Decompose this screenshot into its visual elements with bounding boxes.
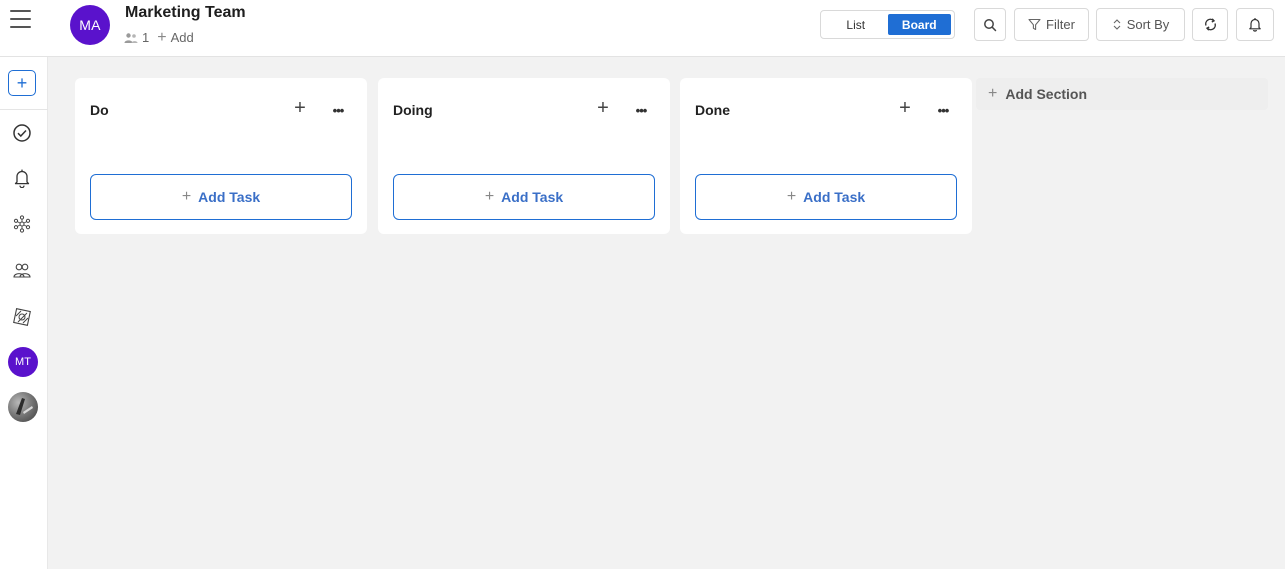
add-task-button[interactable]: + Add Task: [695, 174, 957, 220]
bell-icon[interactable]: [10, 166, 34, 190]
network-icon[interactable]: [10, 212, 34, 236]
add-task-button[interactable]: + Add Task: [393, 174, 655, 220]
view-option-list[interactable]: List: [824, 14, 888, 35]
notifications-button[interactable]: [1236, 8, 1274, 41]
view-toggle: List Board: [820, 10, 955, 39]
search-button[interactable]: [974, 8, 1006, 41]
plus-icon: +: [988, 85, 998, 102]
member-count: 1: [142, 30, 150, 45]
filter-label: Filter: [1046, 17, 1075, 32]
cube-icon[interactable]: [10, 305, 34, 329]
sidebar-divider: [0, 109, 48, 110]
section-doing: Doing + ••• + Add Task: [378, 78, 670, 234]
add-section-label: Add Section: [1005, 86, 1088, 102]
section-do: Do + ••• + Add Task: [75, 78, 367, 234]
section-add-icon[interactable]: +: [593, 96, 613, 120]
section-more-icon[interactable]: •••: [933, 100, 953, 120]
team-avatar-mt[interactable]: MT: [8, 347, 38, 377]
board-area: Do + ••• + Add Task Doing + ••• + Add Ta…: [48, 57, 1285, 569]
team-meta: 1 + Add: [124, 28, 194, 46]
user-avatar[interactable]: [8, 392, 38, 422]
sidebar: + MT: [0, 57, 48, 569]
bell-icon: [1249, 18, 1261, 32]
sort-button[interactable]: Sort By: [1096, 8, 1185, 41]
section-done: Done + ••• + Add Task: [680, 78, 972, 234]
add-task-label: Add Task: [501, 189, 564, 205]
sort-label: Sort By: [1126, 17, 1170, 32]
check-circle-icon[interactable]: [10, 121, 34, 145]
hamburger-menu-icon[interactable]: [10, 8, 32, 30]
sidebar-add-button[interactable]: +: [8, 70, 36, 96]
members-icon: [124, 32, 138, 43]
plus-icon: +: [786, 188, 797, 205]
add-task-button[interactable]: + Add Task: [90, 174, 352, 220]
team-name: Marketing Team: [125, 4, 246, 21]
team-icon[interactable]: [10, 259, 34, 283]
section-title: Doing: [393, 102, 433, 118]
add-member-button[interactable]: + Add: [157, 28, 194, 46]
section-title: Done: [695, 102, 730, 118]
plus-icon: +: [157, 28, 167, 46]
team-avatar[interactable]: MA: [70, 5, 110, 45]
add-task-label: Add Task: [198, 189, 261, 205]
plus-icon: +: [181, 188, 192, 205]
section-more-icon[interactable]: •••: [631, 100, 651, 120]
section-title: Do: [90, 102, 109, 118]
section-add-icon[interactable]: +: [895, 96, 915, 120]
add-section-button[interactable]: + Add Section: [976, 78, 1268, 110]
search-icon: [984, 18, 997, 31]
filter-icon: [1028, 18, 1041, 31]
sort-icon: [1113, 19, 1121, 30]
add-member-label: Add: [170, 30, 194, 45]
add-task-label: Add Task: [803, 189, 866, 205]
top-header: MA Marketing Team 1 + Add List Board Fil…: [0, 0, 1285, 57]
view-option-board[interactable]: Board: [887, 14, 951, 35]
filter-button[interactable]: Filter: [1014, 8, 1089, 41]
plus-icon: +: [484, 188, 495, 205]
section-more-icon[interactable]: •••: [328, 100, 348, 120]
section-add-icon[interactable]: +: [290, 96, 310, 120]
refresh-button[interactable]: [1192, 8, 1228, 41]
refresh-icon: [1204, 18, 1216, 31]
